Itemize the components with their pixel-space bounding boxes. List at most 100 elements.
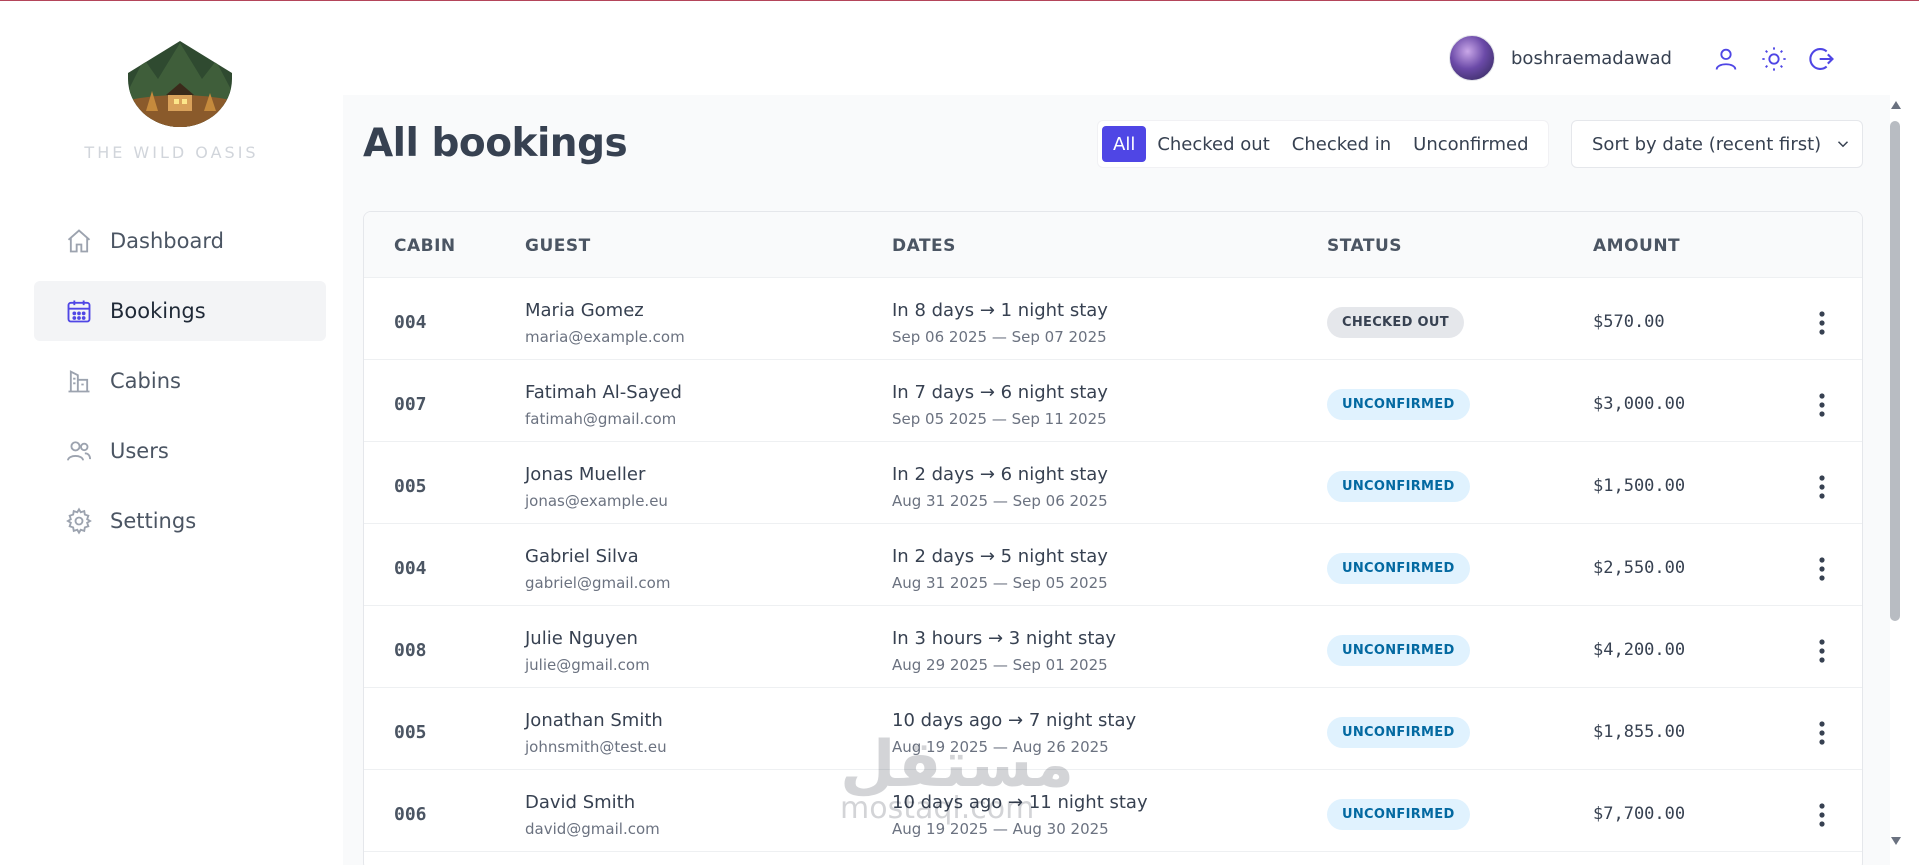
sidebar-item-label: Users xyxy=(110,439,169,463)
more-vertical-icon[interactable] xyxy=(1812,554,1832,584)
booking-amount: $1,855.00 xyxy=(1593,722,1686,742)
brand-name: THE WILD OASIS xyxy=(84,143,259,162)
sidebar-item-dashboard[interactable]: Dashboard xyxy=(34,211,326,271)
stay-summary: In 2 days → 6 night stay xyxy=(892,464,1108,485)
booking-amount: $570.00 xyxy=(1593,312,1665,332)
bookings-table: CABIN GUEST DATES STATUS AMOUNT 004 Mari… xyxy=(363,211,1863,865)
sidebar-item-settings[interactable]: Settings xyxy=(34,491,326,551)
sidebar-item-bookings[interactable]: Bookings xyxy=(34,281,326,341)
cabin-number: 006 xyxy=(394,804,427,825)
more-vertical-icon[interactable] xyxy=(1812,800,1832,830)
stay-summary: In 2 days → 5 night stay xyxy=(892,546,1108,567)
cabin-number: 007 xyxy=(394,394,427,415)
column-header-cabin: CABIN xyxy=(394,236,456,256)
building-icon xyxy=(64,366,94,396)
top-header: boshraemadawad xyxy=(343,1,1919,95)
dates-cell: In 2 days → 6 night stay Aug 31 2025 — S… xyxy=(892,464,1108,510)
scroll-up-arrow-icon[interactable] xyxy=(1889,99,1903,111)
logo[interactable] xyxy=(124,39,236,127)
dates-cell: In 3 hours → 3 night stay Aug 29 2025 — … xyxy=(892,628,1116,674)
booking-filter: All Checked out Checked in Unconfirmed xyxy=(1097,120,1549,168)
table-row: 005 Jonas Mueller jonas@example.eu In 2 … xyxy=(364,442,1862,524)
date-range: Sep 05 2025 — Sep 11 2025 xyxy=(892,410,1107,428)
guest-name: Jonas Mueller xyxy=(525,464,646,485)
table-row: 004 Maria Gomez maria@example.com In 8 d… xyxy=(364,278,1862,360)
table-row: 004 Gabriel Silva gabriel@gmail.com In 2… xyxy=(364,524,1862,606)
booking-amount: $1,500.00 xyxy=(1593,476,1686,496)
status-badge: UNCONFIRMED xyxy=(1327,389,1470,420)
guest-name: Maria Gomez xyxy=(525,300,644,321)
more-vertical-icon[interactable] xyxy=(1812,472,1832,502)
guest-email: julie@gmail.com xyxy=(525,656,650,674)
guest-cell: Jonathan Smith johnsmith@test.eu xyxy=(525,710,667,756)
cabin-number: 004 xyxy=(394,558,427,579)
guest-email: maria@example.com xyxy=(525,328,685,346)
guest-cell: Maria Gomez maria@example.com xyxy=(525,300,685,346)
sidebar-item-cabins[interactable]: Cabins xyxy=(34,351,326,411)
table-row: 006 David Smith david@gmail.com 10 days … xyxy=(364,770,1862,852)
avatar xyxy=(1449,35,1495,81)
gear-icon xyxy=(64,506,94,536)
sort-label: Sort by date (recent first) xyxy=(1592,133,1822,155)
table-header: CABIN GUEST DATES STATUS AMOUNT xyxy=(364,212,1862,278)
mountain-cabin-logo xyxy=(128,41,232,127)
status-badge: UNCONFIRMED xyxy=(1327,635,1470,666)
status-badge: CHECKED OUT xyxy=(1327,307,1464,338)
sidebar-item-label: Bookings xyxy=(110,299,206,323)
date-range: Sep 06 2025 — Sep 07 2025 xyxy=(892,328,1107,346)
sidebar-item-label: Cabins xyxy=(110,369,181,393)
cabin-number: 005 xyxy=(394,722,427,743)
table-row: 007 Fatimah Al-Sayed fatimah@gmail.com I… xyxy=(364,360,1862,442)
page-scrollbar[interactable] xyxy=(1887,95,1905,865)
table-row: 005 Jonathan Smith johnsmith@test.eu 10 … xyxy=(364,688,1862,770)
column-header-guest: GUEST xyxy=(525,236,591,256)
more-vertical-icon[interactable] xyxy=(1812,390,1832,420)
more-vertical-icon[interactable] xyxy=(1812,718,1832,748)
page-title: All bookings xyxy=(363,121,628,166)
watermark-text: مستقل xyxy=(840,728,1075,802)
scrollbar-thumb[interactable] xyxy=(1890,121,1900,621)
sidebar-nav: Dashboard Bookings Cabins Users Settings xyxy=(34,211,326,561)
sidebar-item-label: Settings xyxy=(110,509,197,533)
user-icon[interactable] xyxy=(1712,45,1740,73)
filter-checked-out[interactable]: Checked out xyxy=(1146,126,1280,162)
cabin-number: 004 xyxy=(394,312,427,333)
sidebar-item-users[interactable]: Users xyxy=(34,421,326,481)
status-badge: UNCONFIRMED xyxy=(1327,553,1470,584)
guest-name: Gabriel Silva xyxy=(525,546,639,567)
guest-email: johnsmith@test.eu xyxy=(525,738,667,756)
guest-email: gabriel@gmail.com xyxy=(525,574,671,592)
username: boshraemadawad xyxy=(1511,47,1672,69)
filter-checked-in[interactable]: Checked in xyxy=(1281,126,1402,162)
guest-name: Fatimah Al-Sayed xyxy=(525,382,682,403)
date-range: Aug 29 2025 — Sep 01 2025 xyxy=(892,656,1108,674)
guest-email: jonas@example.eu xyxy=(525,492,668,510)
logout-icon[interactable] xyxy=(1808,45,1836,73)
filter-all[interactable]: All xyxy=(1102,126,1147,162)
booking-amount: $2,550.00 xyxy=(1593,558,1686,578)
home-icon xyxy=(64,226,94,256)
sun-icon[interactable] xyxy=(1760,45,1788,73)
filter-unconfirmed[interactable]: Unconfirmed xyxy=(1402,126,1539,162)
booking-amount: $4,200.00 xyxy=(1593,640,1686,660)
guest-cell: Fatimah Al-Sayed fatimah@gmail.com xyxy=(525,382,682,428)
sort-select[interactable]: Sort by date (recent first) xyxy=(1571,120,1863,168)
status-badge: UNCONFIRMED xyxy=(1327,717,1470,748)
status-badge: UNCONFIRMED xyxy=(1327,471,1470,502)
column-header-amount: AMOUNT xyxy=(1593,236,1681,256)
date-range: Aug 31 2025 — Sep 06 2025 xyxy=(892,492,1108,510)
chevron-down-icon xyxy=(1834,135,1852,158)
guest-cell: Jonas Mueller jonas@example.eu xyxy=(525,464,668,510)
user-info: boshraemadawad xyxy=(1449,35,1672,81)
guest-name: Jonathan Smith xyxy=(525,710,663,731)
more-vertical-icon[interactable] xyxy=(1812,308,1832,338)
watermark: مستقل mostaql.com xyxy=(840,733,1074,826)
more-vertical-icon[interactable] xyxy=(1812,636,1832,666)
scroll-down-arrow-icon[interactable] xyxy=(1889,835,1903,847)
dates-cell: In 7 days → 6 night stay Sep 05 2025 — S… xyxy=(892,382,1108,428)
calendar-icon xyxy=(64,296,94,326)
column-header-dates: DATES xyxy=(892,236,956,256)
main-content: All bookings All Checked out Checked in … xyxy=(343,95,1890,865)
dates-cell: In 8 days → 1 night stay Sep 06 2025 — S… xyxy=(892,300,1108,346)
column-header-status: STATUS xyxy=(1327,236,1403,256)
